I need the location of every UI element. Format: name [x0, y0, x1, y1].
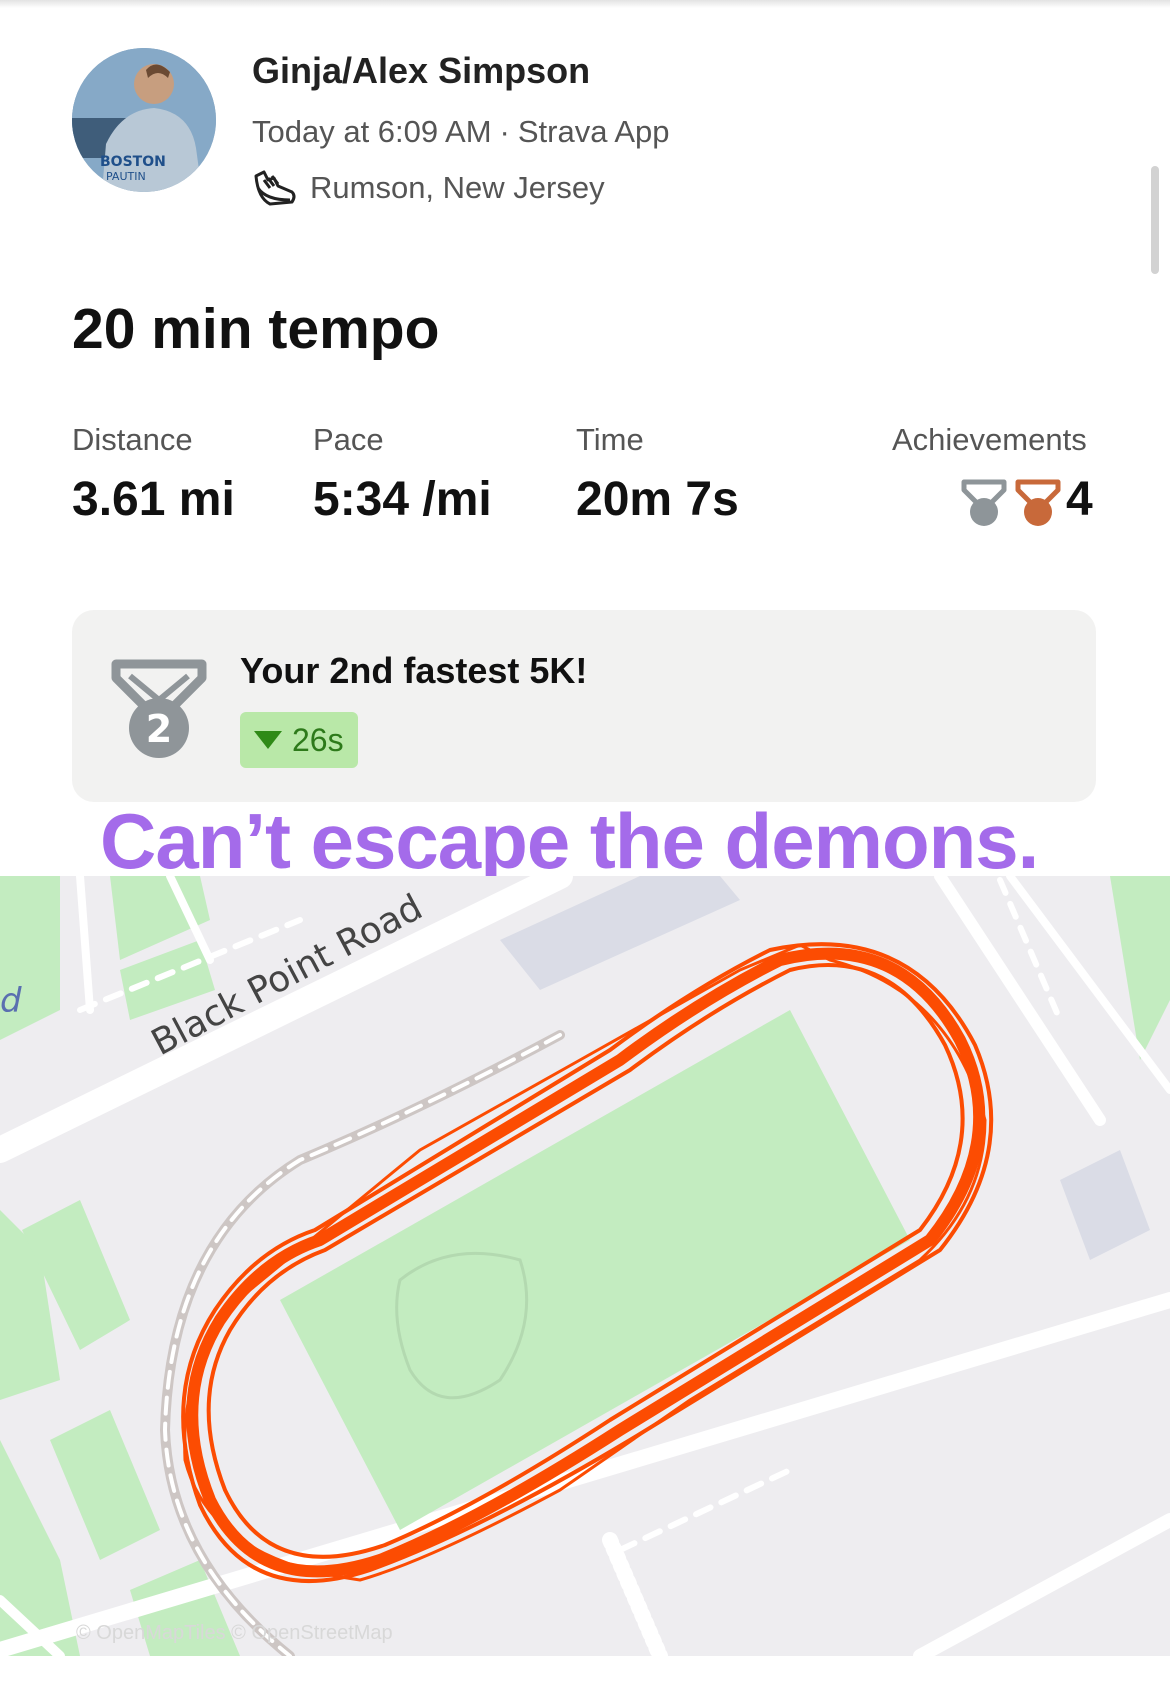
- avatar[interactable]: BOSTON PAUTIN: [72, 48, 216, 192]
- medal-rank: 2: [146, 707, 172, 751]
- time-value: 20m 7s: [576, 473, 739, 526]
- top-shadow: [0, 0, 1170, 8]
- pace-label: Pace: [313, 422, 384, 457]
- bronze-medal-icon: [1015, 479, 1061, 526]
- achievements-label: Achievements: [892, 422, 1087, 457]
- distance-label: Distance: [72, 422, 193, 457]
- down-triangle-icon: [254, 731, 282, 749]
- activity-timestamp: Today at 6:09 AM: [252, 114, 492, 149]
- route-map[interactable]: Black Point Road d: [0, 876, 1170, 1656]
- achievement-card[interactable]: 2 Your 2nd fastest 5K! 26s: [72, 610, 1096, 802]
- pace-value: 5:34 /mi: [313, 473, 492, 526]
- partial-map-label: d: [0, 981, 22, 1021]
- map-attribution[interactable]: © OpenMapTiles © OpenStreetMap: [76, 1622, 393, 1645]
- activity-source: Strava App: [517, 114, 670, 149]
- distance-value: 3.61 mi: [72, 473, 235, 526]
- time-label: Time: [576, 422, 644, 457]
- caption-overlay: Can’t escape the demons.: [100, 797, 1039, 885]
- silver-medal-icon: [961, 479, 1007, 526]
- svg-text:BOSTON: BOSTON: [100, 154, 166, 170]
- improvement-badge: 26s: [240, 712, 358, 768]
- activity-location: Rumson, New Jersey: [252, 168, 605, 208]
- improvement-value: 26s: [292, 721, 344, 758]
- achievement-headline: Your 2nd fastest 5K!: [240, 650, 588, 691]
- athlete-name[interactable]: Ginja/Alex Simpson: [252, 50, 590, 92]
- running-shoe-icon: [254, 170, 296, 206]
- activity-meta: Today at 6:09 AM · Strava App: [252, 114, 670, 149]
- svg-text:PAUTIN: PAUTIN: [106, 170, 146, 183]
- achievements-icons[interactable]: [960, 478, 1062, 528]
- activity-title: 20 min tempo: [72, 297, 440, 361]
- location-label: Rumson, New Jersey: [310, 170, 605, 205]
- achievements-count[interactable]: 4: [1066, 472, 1093, 527]
- scrollbar[interactable]: [1151, 166, 1159, 274]
- second-place-medal-icon: 2: [111, 659, 207, 758]
